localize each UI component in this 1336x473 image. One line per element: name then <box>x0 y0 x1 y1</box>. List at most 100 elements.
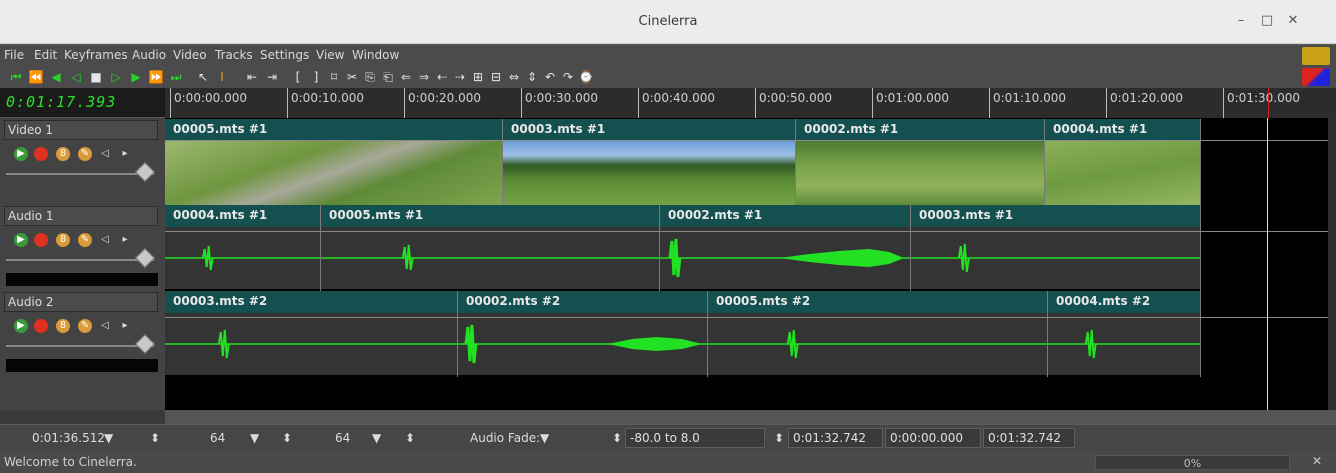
expand-icon[interactable]: ▸ <box>118 319 132 333</box>
video-clip[interactable]: 00005.mts #1 <box>165 119 503 205</box>
selection-end-field[interactable]: 0:01:32.742 <box>983 428 1075 448</box>
amp-zoom-dropdown-icon[interactable]: ▼ <box>372 431 381 445</box>
expand-icon[interactable]: ▸ <box>118 147 132 161</box>
video-clip[interactable]: 00004.mts #1 <box>1045 119 1201 205</box>
rewind-start-icon[interactable]: ⏮ <box>8 68 24 86</box>
audio-clip[interactable]: 00003.mts #2 <box>165 291 458 377</box>
fader-track[interactable] <box>6 173 154 175</box>
fader-knob[interactable] <box>135 162 155 182</box>
draw-icon[interactable]: ✎ <box>78 233 92 247</box>
selection-start-field[interactable]: 0:01:32.742 <box>788 428 883 448</box>
splice-icon[interactable]: ⊞ <box>470 68 486 86</box>
fit-autos-icon[interactable]: ⇕ <box>524 68 540 86</box>
cancel-icon[interactable]: ✕ <box>1312 454 1322 468</box>
label-right-icon[interactable]: ] <box>308 68 324 86</box>
toggle-label-icon[interactable]: ⌑ <box>326 68 342 86</box>
console-icon[interactable] <box>1302 47 1330 65</box>
duration-dropdown-icon[interactable]: ▼ <box>104 431 113 445</box>
timeline-canvas[interactable]: 00005.mts #1 00003.mts #1 00002.mts #1 0… <box>165 118 1336 410</box>
fader-track[interactable] <box>6 345 154 347</box>
audio-clip[interactable]: 00002.mts #2 <box>458 291 708 377</box>
paste-icon[interactable]: ⎗ <box>380 68 396 86</box>
fast-reverse-icon[interactable]: ⏪ <box>28 68 44 86</box>
mute-icon[interactable]: ◁ <box>98 233 112 247</box>
maximize-icon[interactable]: □ <box>1256 10 1278 32</box>
close-icon[interactable]: ✕ <box>1282 10 1304 32</box>
draw-icon[interactable]: ✎ <box>78 319 92 333</box>
arrow-tool-icon[interactable]: ↖ <box>195 68 211 86</box>
frame-back-icon[interactable]: ◁ <box>68 68 84 86</box>
range-stepper-icon[interactable]: ⬍ <box>612 431 622 445</box>
out-point-icon[interactable]: ⇥ <box>264 68 280 86</box>
menu-tracks[interactable]: Tracks <box>215 48 253 62</box>
menu-view[interactable]: View <box>316 48 344 62</box>
prev-edit-icon[interactable]: ⇠ <box>434 68 450 86</box>
audio-clip[interactable]: 00005.mts #2 <box>708 291 1048 377</box>
prev-label-icon[interactable]: ⇐ <box>398 68 414 86</box>
track-name-video-1[interactable]: Video 1 <box>4 120 158 140</box>
audio-clip[interactable]: 00002.mts #1 <box>660 205 911 291</box>
gang-icon[interactable]: 8 <box>56 319 70 333</box>
minimize-icon[interactable]: – <box>1230 10 1252 32</box>
undo-icon[interactable]: ↶ <box>542 68 558 86</box>
duration-stepper-icon[interactable]: ⬍ <box>150 431 160 445</box>
play-track-icon[interactable]: ▶ <box>14 233 28 247</box>
timeline-ruler[interactable]: 0:00:00.000 0:00:10.000 0:00:20.000 0:00… <box>165 88 1336 118</box>
menu-audio[interactable]: Audio <box>132 48 166 62</box>
menu-file[interactable]: File <box>4 48 24 62</box>
cut-icon[interactable]: ✂ <box>344 68 360 86</box>
fit-selection-icon[interactable]: ⇔ <box>506 68 522 86</box>
fader-knob[interactable] <box>135 334 155 354</box>
video-clip[interactable]: 00002.mts #1 <box>796 119 1045 205</box>
sample-zoom-stepper-icon[interactable]: ⬍ <box>282 431 292 445</box>
copy-icon[interactable]: ⎘ <box>362 68 378 86</box>
audio-clip[interactable]: 00005.mts #1 <box>321 205 660 291</box>
menu-keyframes[interactable]: Keyframes <box>64 48 128 62</box>
play-track-icon[interactable]: ▶ <box>14 147 28 161</box>
vertical-scrollbar[interactable] <box>1328 118 1336 410</box>
sample-zoom-dropdown-icon[interactable]: ▼ <box>250 431 259 445</box>
gang-icon[interactable]: 8 <box>56 147 70 161</box>
audio-clip[interactable]: 00004.mts #2 <box>1048 291 1201 377</box>
next-label-icon[interactable]: ⇒ <box>416 68 432 86</box>
gang-icon[interactable]: 8 <box>56 233 70 247</box>
reverse-play-icon[interactable]: ◀ <box>48 68 64 86</box>
playhead-marker[interactable] <box>1268 88 1269 118</box>
track-name-audio-1[interactable]: Audio 1 <box>4 206 158 226</box>
record-track-icon[interactable] <box>34 147 48 161</box>
fast-forward-icon[interactable]: ⏩ <box>148 68 164 86</box>
ibeam-tool-icon[interactable]: I <box>214 68 230 86</box>
expand-icon[interactable]: ▸ <box>118 233 132 247</box>
menu-edit[interactable]: Edit <box>34 48 57 62</box>
in-point-icon[interactable]: ⇤ <box>244 68 260 86</box>
audio-clip[interactable]: 00003.mts #1 <box>911 205 1201 291</box>
selection-stepper-icon[interactable]: ⬍ <box>774 431 784 445</box>
menu-video[interactable]: Video <box>173 48 207 62</box>
draw-icon[interactable]: ✎ <box>78 147 92 161</box>
frame-forward-icon[interactable]: ▷ <box>108 68 124 86</box>
redo-icon[interactable]: ↷ <box>560 68 576 86</box>
auto-range-field[interactable]: -80.0 to 8.0 <box>625 428 765 448</box>
fader-knob[interactable] <box>135 248 155 268</box>
label-left-icon[interactable]: [ <box>290 68 306 86</box>
record-track-icon[interactable] <box>34 319 48 333</box>
selection-length-field[interactable]: 0:00:00.000 <box>885 428 981 448</box>
cpu-meter-icon[interactable] <box>1302 68 1330 86</box>
jump-end-icon[interactable]: ⏭ <box>168 68 184 86</box>
snapshot-icon[interactable]: ⌚ <box>578 68 594 86</box>
next-edit-icon[interactable]: ⇢ <box>452 68 468 86</box>
insertion-cursor[interactable] <box>1267 118 1268 410</box>
menu-settings[interactable]: Settings <box>260 48 309 62</box>
auto-type-dropdown-icon[interactable]: ▼ <box>540 431 549 445</box>
play-track-icon[interactable]: ▶ <box>14 319 28 333</box>
fader-track[interactable] <box>6 259 154 261</box>
video-clip[interactable]: 00003.mts #1 <box>503 119 796 205</box>
stop-icon[interactable]: ■ <box>88 68 104 86</box>
play-icon[interactable]: ▶ <box>128 68 144 86</box>
mute-icon[interactable]: ◁ <box>98 147 112 161</box>
record-track-icon[interactable] <box>34 233 48 247</box>
horizontal-scrollbar[interactable] <box>165 410 1336 424</box>
track-name-audio-2[interactable]: Audio 2 <box>4 292 158 312</box>
audio-clip[interactable]: 00004.mts #1 <box>165 205 321 291</box>
overwrite-icon[interactable]: ⊟ <box>488 68 504 86</box>
